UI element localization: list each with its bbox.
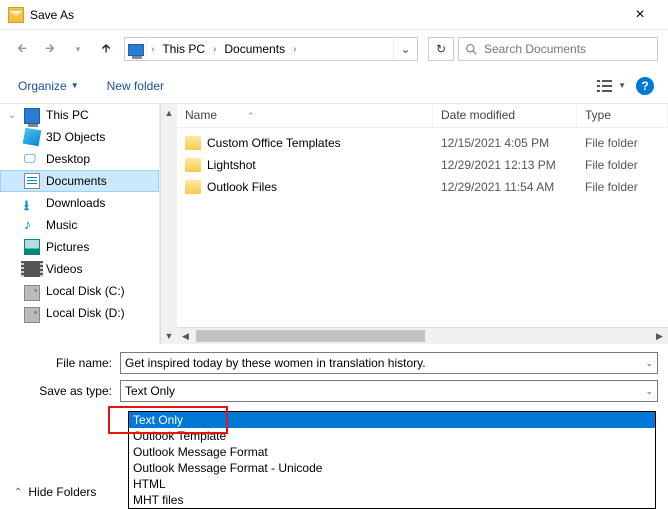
chevron-down-icon[interactable]: ⌄: [645, 358, 653, 369]
dropdown-option[interactable]: Text Only: [129, 412, 655, 428]
file-name-label: File name:: [10, 356, 120, 370]
search-input[interactable]: Search Documents: [458, 37, 658, 61]
scroll-up-icon[interactable]: ▲: [161, 104, 177, 121]
folder-icon: [185, 180, 201, 194]
breadcrumb-folder[interactable]: Documents: [220, 38, 289, 60]
new-folder-button[interactable]: New folder: [103, 75, 168, 97]
window-title: Save As: [30, 8, 620, 22]
sidebar: ⌄This PC 3D Objects 🖵Desktop Documents ⭳…: [0, 104, 160, 344]
sidebar-item-desktop[interactable]: 🖵Desktop: [0, 148, 159, 170]
file-row[interactable]: Lightshot 12/29/2021 12:13 PM File folde…: [177, 154, 668, 176]
close-button[interactable]: ×: [620, 6, 660, 24]
sidebar-item-this-pc[interactable]: ⌄This PC: [0, 104, 159, 126]
chevron-down-icon: ▼: [71, 81, 79, 90]
chevron-right-icon[interactable]: ›: [289, 44, 300, 55]
back-button[interactable]: 🡰: [10, 37, 34, 61]
save-as-type-label: Save as type:: [10, 384, 120, 398]
chevron-down-icon: ▼: [618, 81, 626, 90]
sidebar-item-pictures[interactable]: Pictures: [0, 236, 159, 258]
breadcrumb-dropdown[interactable]: ⌄: [393, 38, 417, 60]
save-as-type-select[interactable]: Text Only ⌄: [120, 380, 658, 402]
sidebar-item-music[interactable]: ♪Music: [0, 214, 159, 236]
nav-bar: 🡰 🡲 ▾ 🡱 › This PC › Documents › ⌄ ↻ Sear…: [0, 30, 668, 68]
sidebar-item-downloads[interactable]: ⭳Downloads: [0, 192, 159, 214]
chevron-up-icon: ⌃: [14, 487, 22, 498]
column-type[interactable]: Type: [577, 104, 668, 127]
sidebar-item-local-disk-c[interactable]: Local Disk (C:): [0, 280, 159, 302]
breadcrumb-root[interactable]: This PC: [158, 38, 209, 60]
file-list-hscrollbar[interactable]: ◀ ▶: [177, 327, 668, 344]
view-options-button[interactable]: ▼: [597, 79, 626, 93]
chevron-down-icon[interactable]: ⌄: [645, 386, 653, 397]
search-placeholder: Search Documents: [484, 42, 586, 56]
app-icon: [8, 7, 24, 23]
breadcrumb[interactable]: › This PC › Documents › ⌄: [124, 37, 418, 61]
refresh-button[interactable]: ↻: [428, 37, 454, 61]
sidebar-item-documents[interactable]: Documents: [0, 170, 159, 192]
chevron-right-icon[interactable]: ›: [209, 44, 220, 55]
toolbar: Organize ▼ New folder ▼ ?: [0, 68, 668, 104]
chevron-right-icon[interactable]: ›: [147, 44, 158, 55]
dropdown-option[interactable]: Outlook Template: [129, 428, 655, 444]
pc-icon: [125, 38, 147, 60]
folder-icon: [185, 158, 201, 172]
file-name-input[interactable]: Get inspired today by these women in tra…: [120, 352, 658, 374]
collapse-icon[interactable]: ⌄: [6, 110, 18, 121]
hide-folders-button[interactable]: ⌃ Hide Folders: [14, 485, 96, 499]
help-button[interactable]: ?: [636, 77, 654, 95]
forward-button: 🡲: [38, 37, 62, 61]
organize-menu[interactable]: Organize ▼: [14, 75, 83, 97]
sort-indicator-icon: ⌃: [217, 111, 255, 121]
scroll-right-icon[interactable]: ▶: [651, 328, 668, 344]
sidebar-item-videos[interactable]: Videos: [0, 258, 159, 280]
form-area: File name: Get inspired today by these w…: [0, 344, 668, 402]
column-headers: Name⌃ Date modified Type: [177, 104, 668, 128]
recent-dropdown[interactable]: ▾: [66, 37, 90, 61]
scroll-left-icon[interactable]: ◀: [177, 328, 194, 344]
file-row[interactable]: Outlook Files 12/29/2021 11:54 AM File f…: [177, 176, 668, 198]
column-name[interactable]: Name⌃: [177, 104, 433, 127]
file-list: Name⌃ Date modified Type Custom Office T…: [177, 104, 668, 344]
sidebar-item-local-disk-d[interactable]: Local Disk (D:): [0, 302, 159, 324]
sidebar-scrollbar[interactable]: ▲ ▼: [160, 104, 177, 344]
folder-icon: [185, 136, 201, 150]
dropdown-option[interactable]: Outlook Message Format: [129, 444, 655, 460]
dropdown-option[interactable]: HTML: [129, 476, 655, 492]
column-date[interactable]: Date modified: [433, 104, 577, 127]
file-row[interactable]: Custom Office Templates 12/15/2021 4:05 …: [177, 132, 668, 154]
save-as-type-dropdown: Text Only Outlook Template Outlook Messa…: [128, 411, 656, 509]
up-button[interactable]: 🡱: [94, 37, 118, 61]
sidebar-item-3d-objects[interactable]: 3D Objects: [0, 126, 159, 148]
title-bar: Save As ×: [0, 0, 668, 30]
search-icon: [465, 43, 478, 56]
dropdown-option[interactable]: MHT files: [129, 492, 655, 508]
scroll-down-icon[interactable]: ▼: [161, 327, 177, 344]
dropdown-option[interactable]: Outlook Message Format - Unicode: [129, 460, 655, 476]
